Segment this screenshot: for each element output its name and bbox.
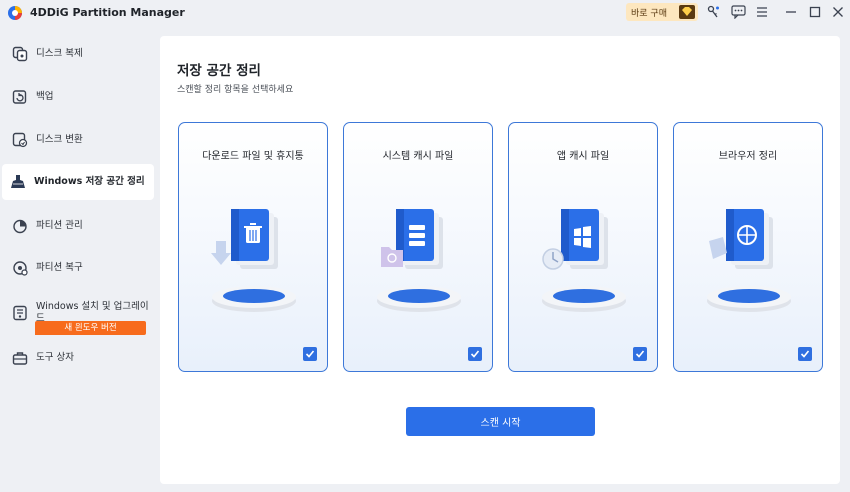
cleanup-card-downloads[interactable]: 다운로드 파일 및 휴지통 [178,122,328,372]
checkmark-icon [800,350,810,358]
page-subtitle: 스캔할 정리 항목을 선택하세요 [177,85,294,95]
sidebar-item-label: 디스크 변환 [36,134,83,145]
buy-now-label: 바로 구매 [631,8,667,19]
checkbox[interactable] [303,347,317,361]
key-icon[interactable] [705,4,721,20]
minimize-icon[interactable] [783,4,799,20]
backup-icon [12,90,27,104]
app-cache-icon [542,209,626,312]
menu-icon[interactable] [754,4,770,20]
card-title: 브라우저 정리 [718,151,778,162]
system-cache-icon [377,209,461,312]
card-title: 시스템 캐시 파일 [382,151,454,162]
main-panel: 저장 공간 정리 스캔할 정리 항목을 선택하세요 다운로드 파일 및 휴지통 … [160,36,840,484]
sidebar-item-partition-recovery[interactable]: 파티션 복구 [4,250,154,286]
trash-download-icon [211,209,296,312]
checkbox[interactable] [633,347,647,361]
sidebar-item-label: 파티션 관리 [36,220,83,231]
broom-icon [11,175,25,188]
install-icon [13,305,27,321]
cleanup-card-app-cache[interactable]: 앱 캐시 파일 [508,122,658,372]
feedback-icon[interactable] [730,4,746,20]
sidebar-item-windows-install[interactable]: Windows 설치 및 업그레이드 [4,295,154,331]
app-title: 4DDiG Partition Manager [30,6,185,19]
sidebar-item-label: 디스크 복제 [36,48,83,59]
checkmark-icon [470,350,480,358]
buy-now-button[interactable]: 바로 구매 [626,3,698,21]
app-logo-icon [8,6,22,20]
sidebar: 디스크 복제 백업 디스크 변환 Windows 저장 공간 정리 파티션 관리… [0,36,160,492]
card-title: 앱 캐시 파일 [556,151,610,162]
sidebar-item-label: Windows 설치 및 업그레이드 [36,301,149,324]
sidebar-item-label: 파티션 복구 [36,262,83,273]
sidebar-item-partition-manage[interactable]: 파티션 관리 [4,208,154,244]
sidebar-item-label: 도구 상자 [36,352,74,363]
convert-icon [12,132,28,148]
start-scan-button[interactable]: 스캔 시작 [406,407,595,436]
pie-chart-icon [13,219,27,234]
recovery-icon [13,261,28,276]
sidebar-item-windows-cleanup[interactable]: Windows 저장 공간 정리 [2,164,154,200]
sidebar-item-backup[interactable]: 백업 [4,79,154,115]
toolbox-icon [12,352,28,365]
card-title: 다운로드 파일 및 휴지통 [202,151,304,162]
sidebar-item-disk-convert[interactable]: 디스크 변환 [4,122,154,158]
sidebar-item-disk-clone[interactable]: 디스크 복제 [4,36,154,72]
cleanup-card-system-cache[interactable]: 시스템 캐시 파일 [343,122,493,372]
diamond-icon [679,5,695,19]
sidebar-item-label: 백업 [36,91,54,102]
maximize-icon[interactable] [807,4,823,20]
clone-icon [12,46,28,62]
page-title: 저장 공간 정리 [177,63,261,79]
checkbox[interactable] [798,347,812,361]
checkbox[interactable] [468,347,482,361]
cleanup-card-browser[interactable]: 브라우저 정리 [673,122,823,372]
title-bar: 4DDiG Partition Manager 바로 구매 [0,0,850,26]
sidebar-item-label: Windows 저장 공간 정리 [34,176,145,187]
checkmark-icon [635,350,645,358]
sidebar-item-toolbox[interactable]: 도구 상자 [4,340,154,376]
checkmark-icon [305,350,315,358]
close-icon[interactable] [830,4,846,20]
browser-icon [707,209,791,312]
